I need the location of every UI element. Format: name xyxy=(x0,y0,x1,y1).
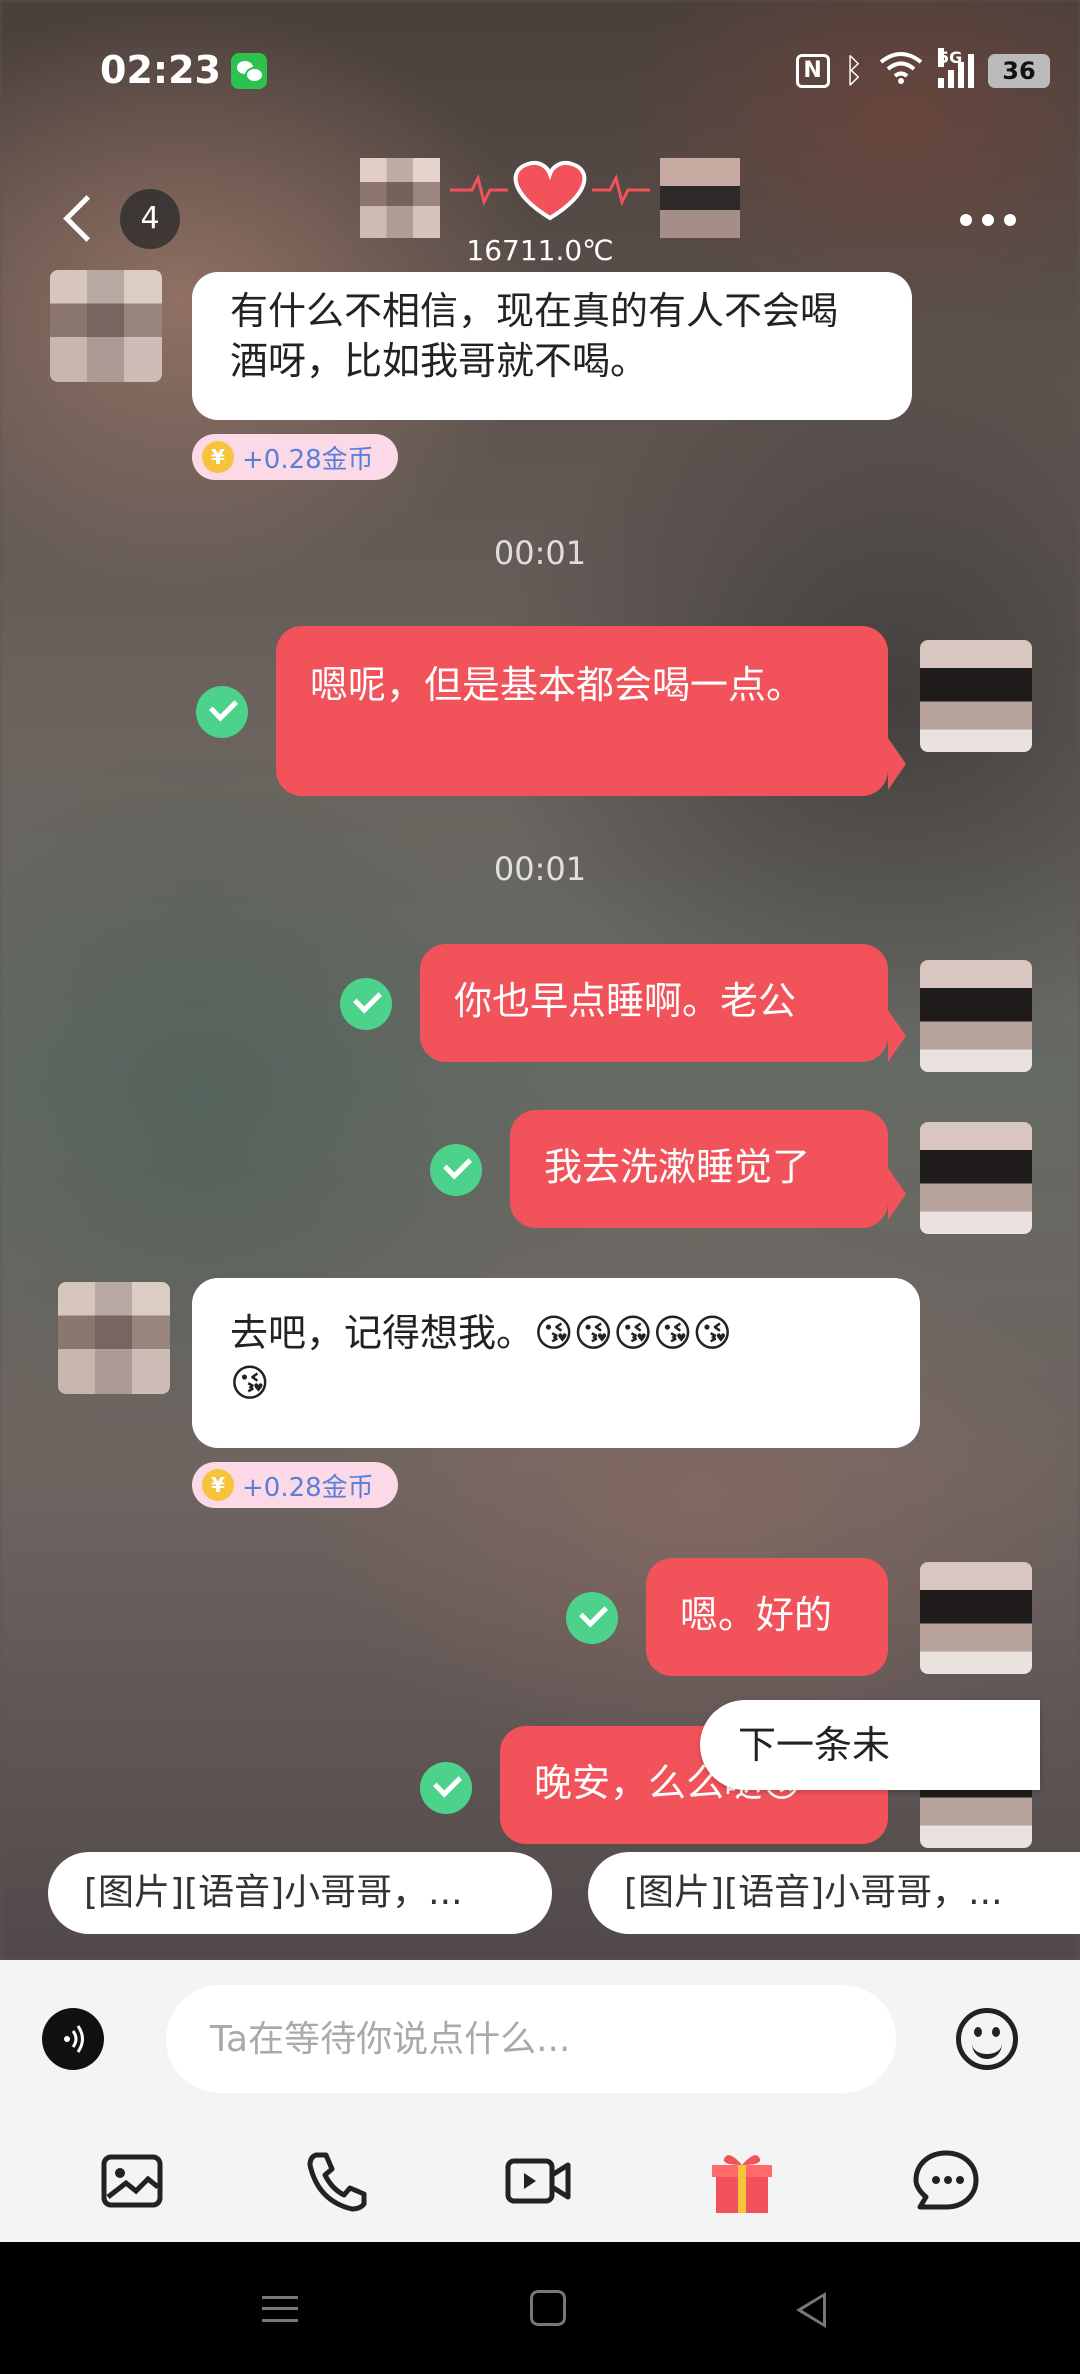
kiss-emoji-icon: 😘 xyxy=(230,1361,270,1405)
message-text: 我去洗漱睡觉了 xyxy=(544,1145,811,1189)
timestamp-separator: 00:01 xyxy=(493,534,587,572)
bubble-tail xyxy=(888,1010,906,1062)
my-avatar[interactable] xyxy=(920,640,1032,752)
timestamp-separator: 00:01 xyxy=(493,850,587,888)
coin-reward-text: +0.28金币 xyxy=(242,1472,374,1503)
my-avatar[interactable] xyxy=(920,1562,1032,1674)
bubble-tail xyxy=(888,738,906,790)
gift-icon[interactable] xyxy=(706,2145,778,2217)
contact-avatar[interactable] xyxy=(50,270,162,382)
recent-apps-button[interactable] xyxy=(262,2296,298,2322)
read-check-icon xyxy=(340,978,392,1030)
battery-icon: 36 xyxy=(988,54,1050,88)
network-type: 5G xyxy=(938,48,963,67)
read-check-icon xyxy=(420,1762,472,1814)
contact-avatar[interactable] xyxy=(360,158,440,238)
wifi-icon xyxy=(878,50,924,92)
heart-pulse-icon xyxy=(450,161,650,221)
message-text: 你也早点睡啊。老公 xyxy=(454,979,797,1023)
my-avatar[interactable] xyxy=(920,1122,1032,1234)
more-options-button[interactable] xyxy=(960,205,1030,235)
kiss-emoji-icon: 😘😘😘😘😘 xyxy=(534,1311,733,1355)
status-icons: N ᛒ 5G 36 xyxy=(795,48,1050,92)
bubble-tail xyxy=(888,1168,906,1220)
back-button[interactable] xyxy=(60,190,100,250)
message-text: 嗯呢，但是基本都会喝一点。 xyxy=(310,663,805,707)
coin-reward-badge: ¥ +0.28金币 xyxy=(192,1462,398,1508)
read-check-icon xyxy=(196,686,248,738)
system-back-button[interactable] xyxy=(796,2292,826,2328)
read-check-icon xyxy=(430,1144,482,1196)
voice-icon xyxy=(64,2025,84,2053)
next-unread-button[interactable]: 下一条未 xyxy=(700,1700,1040,1790)
contact-avatar[interactable] xyxy=(58,1282,170,1394)
sent-message-bubble[interactable]: 你也早点睡啊。老公 xyxy=(420,944,888,1062)
my-avatar[interactable] xyxy=(660,158,740,238)
wechat-notification-icon xyxy=(231,53,267,89)
message-text: 有什么不相信，现在真的有人不会喝酒呀，比如我哥就不喝。 xyxy=(230,289,839,383)
message-text: 去吧，记得想我。 xyxy=(230,1311,535,1355)
phone-icon[interactable] xyxy=(300,2145,372,2217)
nfc-icon: N xyxy=(795,54,830,88)
emoji-button[interactable] xyxy=(956,2008,1018,2070)
message-text: 嗯。好的 xyxy=(680,1593,833,1637)
status-time: 02:23 xyxy=(100,48,221,92)
coin-icon: ¥ xyxy=(202,441,234,473)
quick-reply-chip[interactable]: [图片][语音]小哥哥，... xyxy=(48,1852,552,1934)
intimacy-temperature: 16711.0℃ xyxy=(466,234,614,267)
my-avatar[interactable] xyxy=(920,960,1032,1072)
voice-input-button[interactable] xyxy=(42,2008,104,2070)
cell-signal-icon: 5G xyxy=(938,48,974,88)
image-icon[interactable] xyxy=(96,2145,168,2217)
bluetooth-icon: ᛒ xyxy=(843,51,864,91)
coin-reward-text: +0.28金币 xyxy=(242,444,374,475)
read-check-icon xyxy=(566,1592,618,1644)
sent-message-bubble[interactable]: 我去洗漱睡觉了 xyxy=(510,1110,888,1228)
received-message-bubble[interactable]: 去吧，记得想我。😘😘😘😘😘 😘 xyxy=(192,1278,920,1448)
coin-icon: ¥ xyxy=(202,1469,234,1501)
sent-message-bubble[interactable]: 嗯呢，但是基本都会喝一点。 xyxy=(276,626,888,796)
message-input[interactable] xyxy=(166,1985,896,2093)
sent-message-bubble[interactable]: 嗯。好的 xyxy=(646,1558,888,1676)
video-call-icon[interactable] xyxy=(502,2145,574,2217)
coin-reward-badge: ¥ +0.28金币 xyxy=(192,434,398,480)
quick-reply-chip[interactable]: [图片][语音]小哥哥，... xyxy=(588,1852,1080,1934)
chat-bubble-icon[interactable] xyxy=(910,2145,982,2217)
received-message-bubble[interactable]: 有什么不相信，现在真的有人不会喝酒呀，比如我哥就不喝。 xyxy=(192,272,912,420)
unread-count-badge[interactable]: 4 xyxy=(120,189,180,249)
home-button[interactable] xyxy=(530,2290,566,2326)
